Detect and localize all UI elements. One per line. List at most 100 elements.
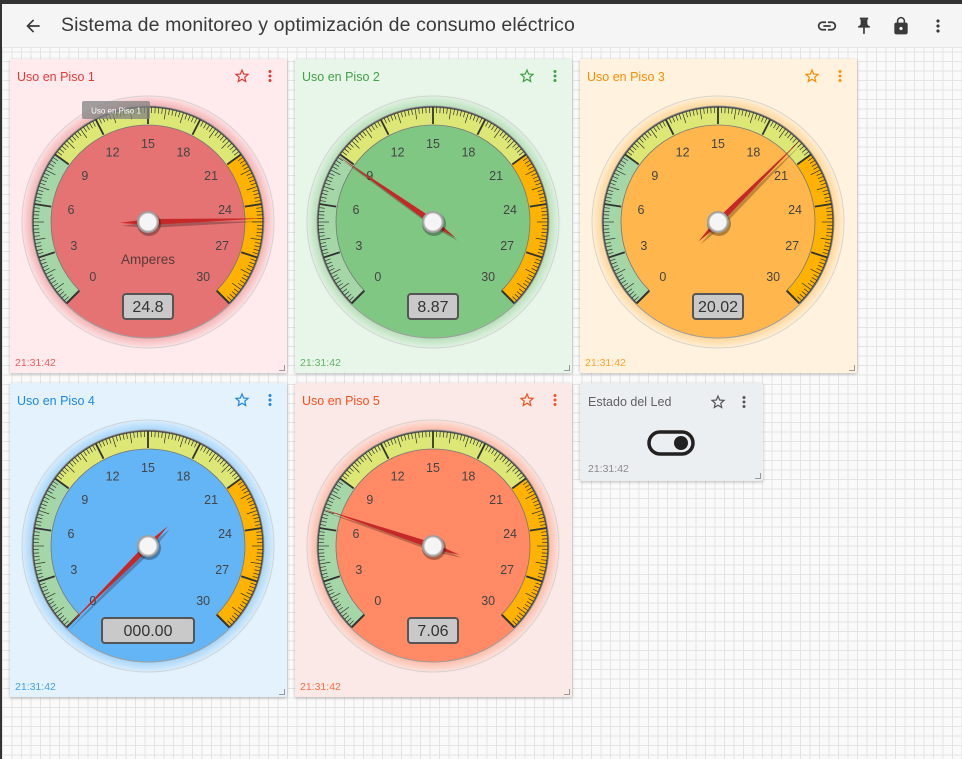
gauge-tick-label: 3 <box>355 239 362 253</box>
gauge-unit-label: Amperes <box>121 252 175 267</box>
gauge-dial: 036912151821242730000.00 <box>20 418 276 673</box>
value-display: 20.02 <box>698 299 738 316</box>
gauge-hub-cap <box>423 212 443 232</box>
gauge-dial: 0 3 6 9 12 15 18 21 24 27 30 7.06 <box>305 418 561 673</box>
gauge-tick-label: 9 <box>81 493 88 507</box>
resize-handle[interactable] <box>279 365 285 371</box>
gauge-tick-label: 12 <box>106 470 120 484</box>
gauge-hub-cap <box>138 536 158 556</box>
resize-handle[interactable] <box>755 473 761 479</box>
gauge-tick-label: 24 <box>788 203 802 217</box>
value-display: 7.06 <box>417 623 448 640</box>
gauge-tick-label: 30 <box>766 270 780 284</box>
gauge-tick-label: 27 <box>785 239 799 253</box>
lock-button[interactable] <box>882 9 919 43</box>
gauge-tick-label: 3 <box>355 563 362 577</box>
back-arrow-icon <box>26 18 40 33</box>
more-vert-icon[interactable] <box>739 393 749 411</box>
gauge-tick-label: 18 <box>746 146 760 160</box>
gauge-tick-label: 6 <box>352 527 359 541</box>
gauge-tick-label: 30 <box>481 270 495 284</box>
more-vert-icon <box>935 19 940 33</box>
gauge-hub-cap <box>708 212 728 232</box>
gauge-hub-cap <box>423 536 443 556</box>
gauge-tick-label: 24 <box>218 203 232 217</box>
gauge-card-piso-3: Uso en Piso 3 0 3 6 9 12 15 18 21 24 27 30 20.02 21:3… <box>580 59 857 373</box>
gauge-card-piso-4: Uso en Piso 4036912151821242730000.0021:… <box>10 383 287 697</box>
gauge-tick-label: 6 <box>637 203 644 217</box>
gauge-tick-label: 24 <box>218 527 232 541</box>
back-button[interactable] <box>16 9 50 43</box>
gauge-tick-label: 12 <box>676 146 690 160</box>
gauge-tick-label: 18 <box>176 146 190 160</box>
gauge-tick-label: 0 <box>374 594 381 608</box>
gauge-tick-label: 27 <box>500 563 514 577</box>
gauge-tick-label: 24 <box>503 203 517 217</box>
last-update-time: 21:31:42 <box>300 357 341 369</box>
gauge-dial: 0369121518212427308.87 <box>305 94 561 349</box>
gauge-tooltip: Uso en Piso 1 <box>82 101 150 119</box>
gauge-tick-label: 30 <box>196 270 210 284</box>
led-card-title: Estado del Led <box>588 395 672 409</box>
gauge-tick-label: 3 <box>70 239 77 253</box>
gauge-tick-label: 21 <box>489 493 503 507</box>
link-icon <box>817 21 836 31</box>
gauge-tick-label: 0 <box>374 270 381 284</box>
gauge-tick-label: 15 <box>141 461 155 475</box>
gauge-tick-label: 15 <box>141 137 155 151</box>
pin-icon <box>857 17 870 35</box>
gauge-tick-label: 9 <box>651 169 658 183</box>
resize-handle[interactable] <box>564 689 570 695</box>
last-update-time: 21:31:42 <box>15 681 56 693</box>
gauge-tick-label: 21 <box>489 169 503 183</box>
gauge-tick-label: 9 <box>81 169 88 183</box>
gauge-tick-label: 21 <box>774 169 788 183</box>
value-display: 8.87 <box>417 299 448 316</box>
gauge-tick-label: 27 <box>215 563 229 577</box>
gauge-tick-label: 15 <box>426 461 440 475</box>
gauge-dial: 0 3 6 9 12 15 18 21 24 27 30 20.02 <box>590 94 846 349</box>
gauge-tick-label: 15 <box>426 137 440 151</box>
gauge-tick-label: 6 <box>67 203 74 217</box>
pin-button[interactable] <box>845 9 882 43</box>
gauge-tick-label: 18 <box>461 146 475 160</box>
gauge-tick-label: 0 <box>659 270 666 284</box>
gauge-tick-label: 12 <box>391 470 405 484</box>
value-display: 000.00 <box>124 623 173 640</box>
value-display: 24.8 <box>132 299 163 316</box>
gauge-tick-label: 21 <box>204 169 218 183</box>
gauge-card-piso-5: Uso en Piso 5 0 3 6 9 12 15 18 21 24 27 30 7.06 21:31… <box>295 383 572 697</box>
gauge-tick-label: 18 <box>176 470 190 484</box>
led-toggle-switch[interactable] <box>647 430 695 456</box>
resize-handle[interactable] <box>279 689 285 695</box>
last-update-time: 21:31:42 <box>300 681 341 693</box>
link-button[interactable] <box>808 9 845 43</box>
gauge-tick-label: 12 <box>106 146 120 160</box>
gauge-tick-label: 12 <box>391 146 405 160</box>
gauge-tick-label: 6 <box>352 203 359 217</box>
last-update-time: 21:31:42 <box>588 463 629 475</box>
more-options-button[interactable] <box>919 9 956 43</box>
gauge-dial: 0 3 6 9 12 15 18 21 24 27 30 Amperes 24.8 Uso en Piso… <box>20 94 276 349</box>
app-bar: Sistema de monitoreo y optimización de c… <box>2 4 962 48</box>
page-title: Sistema de monitoreo y optimización de c… <box>61 14 575 36</box>
gauge-tick-label: 24 <box>503 527 517 541</box>
dashboard-frame: Sistema de monitoreo y optimización de c… <box>2 4 962 759</box>
gauge-card-piso-2: Uso en Piso 2 0 3 6 9 12 15 18 21 24 27 30 8.87 21:31… <box>295 59 572 373</box>
resize-handle[interactable] <box>849 365 855 371</box>
star-icon[interactable] <box>709 393 727 411</box>
gauge-tick-label: 27 <box>215 239 229 253</box>
gauge-tick-label: 30 <box>196 594 210 608</box>
gauge-tick-label: 0 <box>89 270 96 284</box>
resize-handle[interactable] <box>564 365 570 371</box>
led-card: Estado del Led 21:31:42 <box>580 383 763 481</box>
gauge-tick-label: 3 <box>640 239 647 253</box>
last-update-time: 21:31:42 <box>585 357 626 369</box>
gauge-tick-label: 3 <box>70 563 77 577</box>
gauge-tick-label: 6 <box>67 527 74 541</box>
gauge-tick-label: 9 <box>366 493 373 507</box>
lock-icon <box>893 16 908 35</box>
gauge-tick-label: 18 <box>461 470 475 484</box>
gauge-tick-label: 30 <box>481 594 495 608</box>
gauge-tick-label: 21 <box>204 493 218 507</box>
